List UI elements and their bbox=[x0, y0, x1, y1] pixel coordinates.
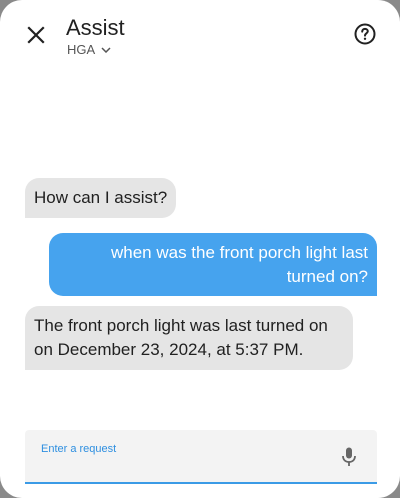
assistant-message: How can I assist? bbox=[25, 178, 177, 218]
pipeline-selector[interactable]: HGA bbox=[67, 42, 111, 57]
close-button[interactable] bbox=[22, 21, 50, 49]
dialog-header: Assist HGA bbox=[0, 0, 400, 70]
request-input-container[interactable]: Enter a request bbox=[25, 430, 377, 484]
user-message: when was the front porch light last turn… bbox=[49, 233, 377, 296]
microphone-button[interactable] bbox=[337, 445, 361, 469]
close-icon bbox=[27, 26, 45, 44]
help-button[interactable] bbox=[353, 22, 377, 46]
dialog-title: Assist bbox=[66, 15, 125, 40]
chevron-down-icon bbox=[101, 46, 111, 53]
request-input[interactable] bbox=[40, 458, 324, 480]
microphone-icon bbox=[342, 447, 356, 466]
request-input-label: Enter a request bbox=[41, 443, 117, 455]
assist-dialog: Assist HGA How can I assist? when was th… bbox=[0, 0, 400, 498]
help-circle-icon bbox=[354, 23, 376, 45]
pipeline-name: HGA bbox=[67, 42, 96, 57]
message-list: How can I assist? when was the front por… bbox=[0, 70, 400, 418]
assistant-message: The front porch light was last turned on… bbox=[25, 306, 353, 370]
